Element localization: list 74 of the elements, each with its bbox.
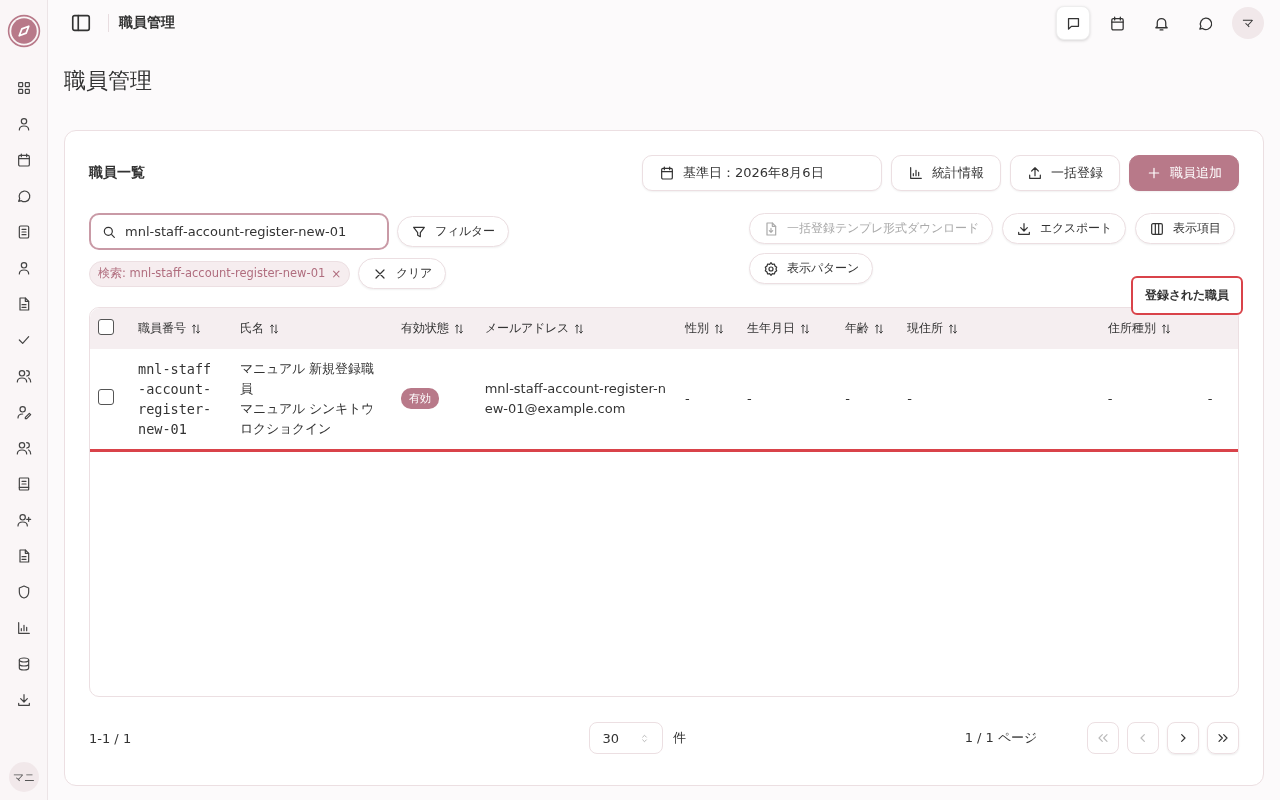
table-cell-text: -	[685, 389, 691, 408]
grid-icon	[15, 80, 32, 96]
sort-icon	[572, 322, 585, 335]
sort-icon	[873, 322, 886, 335]
plus-icon	[1146, 165, 1162, 181]
sort-icon	[1159, 322, 1172, 335]
user-avatar[interactable]: マニ	[8, 762, 39, 792]
logo-icon	[6, 14, 41, 48]
export-button[interactable]: エクスポート	[1002, 213, 1126, 244]
bar-chart-icon	[15, 620, 32, 636]
select-all-checkbox[interactable]	[98, 319, 114, 335]
feedback-button[interactable]	[1056, 6, 1090, 40]
sort-icon	[452, 322, 465, 335]
clear-button[interactable]: クリア	[358, 258, 447, 289]
calendar-icon	[15, 152, 32, 168]
users-icon	[15, 368, 32, 384]
column-header[interactable]: 年齢	[845, 321, 886, 336]
table-cell-text: マニュアル 新規登録職員	[240, 359, 376, 398]
last-page-button[interactable]	[1207, 722, 1239, 754]
user-avatar[interactable]: マ	[1232, 7, 1264, 39]
user-add-icon	[15, 512, 32, 528]
columns-icon	[1149, 220, 1165, 237]
settings-icon	[763, 260, 779, 277]
sidebar-toggle-icon	[70, 12, 92, 34]
table-cell-text: -	[1107, 389, 1114, 408]
table-cell-text: -	[1207, 389, 1214, 408]
page-size-select[interactable]: 30	[589, 722, 664, 754]
row-checkbox[interactable]	[98, 389, 114, 406]
download-icon	[15, 692, 32, 708]
download-icon	[1016, 220, 1032, 237]
name-kana: マニュアル シンキトウロクショクイン	[240, 399, 376, 438]
users-icon	[15, 440, 32, 456]
display-pattern-button[interactable]: 表示パターン	[749, 253, 873, 284]
column-header[interactable]: 氏名	[240, 321, 281, 336]
chip-remove-button[interactable]: ×	[331, 266, 342, 281]
columns-button[interactable]: 表示項目	[1135, 213, 1235, 244]
column-header[interactable]: 有効状態	[400, 321, 465, 336]
unit-label: 件	[673, 729, 687, 747]
card-title: 職員一覧	[89, 164, 145, 182]
column-header[interactable]: 性別	[685, 321, 725, 336]
chip-label: 検索: mnl-staff-account-register-new-01	[98, 266, 326, 281]
search-field[interactable]: mnl-staff-account-register-new-01	[89, 213, 389, 250]
table-cell-text: -	[845, 389, 851, 408]
column-header[interactable]: 生年月日	[747, 321, 812, 336]
sort-icon	[799, 322, 812, 335]
sort-icon	[713, 322, 725, 335]
column-header[interactable]: 住所種別	[1107, 321, 1172, 336]
calendar-icon	[659, 165, 675, 181]
table-cell-text: mnl-staff-account-register-new-01	[138, 359, 213, 439]
column-header[interactable]: 職員番号	[138, 321, 203, 336]
user-edit-icon	[15, 404, 32, 420]
table-cell-text: -	[747, 389, 753, 408]
calendar-icon	[1108, 14, 1126, 32]
statistics-button[interactable]: 統計情報	[891, 155, 1001, 191]
filter-button[interactable]: フィルター	[397, 216, 509, 247]
table-cell-text: mnl-staff-account-register-new-01@example.com	[484, 379, 668, 418]
column-header[interactable]: 現住所	[907, 321, 960, 336]
sort-icon	[190, 322, 203, 335]
bar-chart-icon	[908, 165, 924, 181]
sort-icon	[268, 322, 281, 335]
page-title: 職員管理	[64, 67, 153, 95]
date-button[interactable]: 基準日：2026年8月6日	[642, 155, 882, 191]
table-cell-text: -	[907, 389, 914, 408]
sort-icon	[947, 322, 960, 335]
column-header[interactable]: メールアドレス	[484, 321, 585, 336]
upload-icon	[1027, 165, 1043, 181]
tooltip: 登録された職員	[1131, 276, 1243, 315]
chat-icon	[15, 188, 32, 204]
page-info: 1 / 1 ページ	[964, 729, 1037, 747]
breadcrumb-title: 職員管理	[119, 14, 175, 32]
status-badge: 有効	[400, 388, 439, 410]
range-text: 1-1 / 1	[89, 730, 132, 746]
file-download-icon	[763, 220, 779, 237]
bulk-register-button[interactable]: 一括登録	[1010, 155, 1120, 191]
